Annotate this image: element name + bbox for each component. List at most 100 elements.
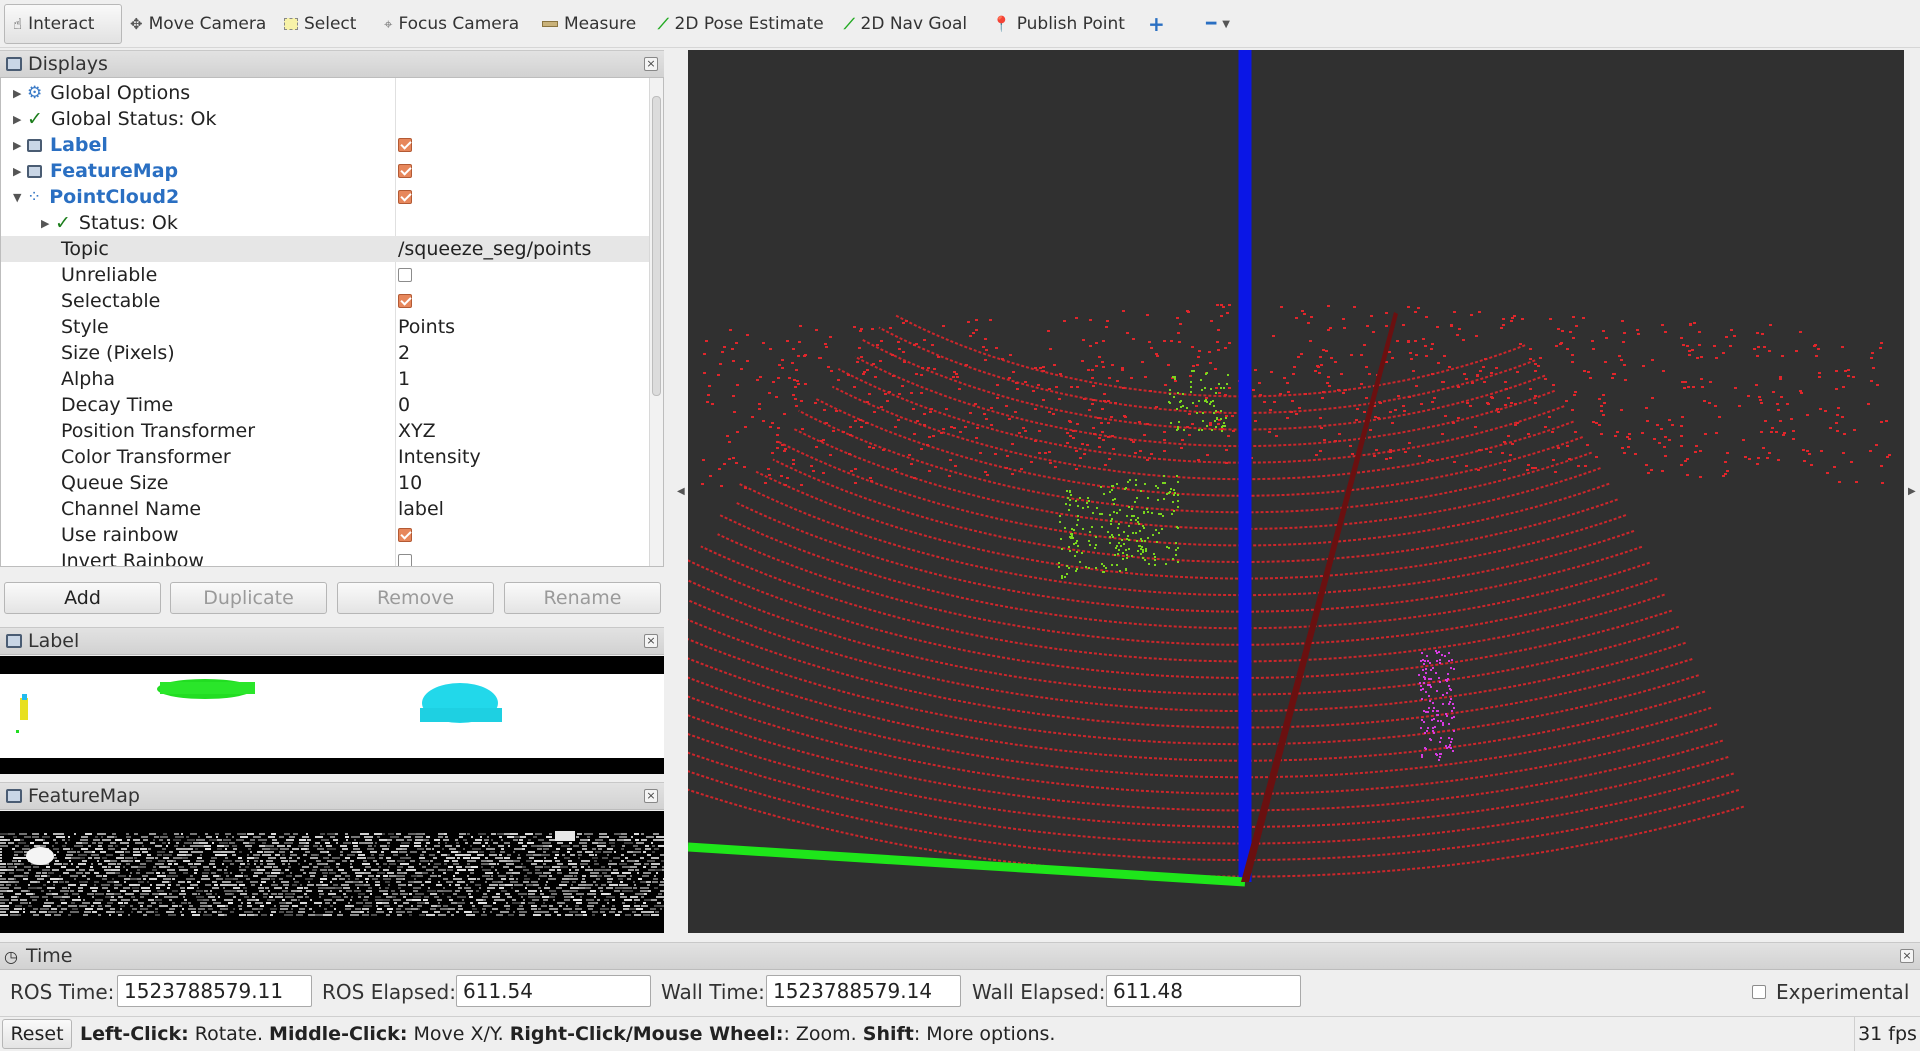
close-icon[interactable]: × — [644, 57, 658, 71]
nav-goal-tool-button[interactable]: ⟋ 2D Nav Goal — [836, 4, 975, 44]
collapse-right-arrow-icon[interactable]: ▶ — [1908, 486, 1916, 497]
enabled-checkbox[interactable] — [398, 138, 412, 152]
invert-rainbow-checkbox[interactable] — [398, 554, 412, 566]
time-title: Time — [25, 945, 73, 967]
tree-row-selectable[interactable]: Selectable — [1, 288, 649, 314]
experimental-toggle[interactable]: Experimental — [1752, 978, 1909, 1006]
property-label: Alpha — [61, 368, 116, 390]
tree-row-invert-rainbow[interactable]: Invert Rainbow — [1, 548, 649, 567]
time-panel-title: ◷ Time × — [0, 942, 1920, 970]
pose-estimate-tool-button[interactable]: ⟋ 2D Pose Estimate — [650, 4, 832, 44]
alpha-value[interactable]: 1 — [398, 366, 410, 392]
expand-arrow-icon[interactable]: ▶ — [13, 87, 27, 100]
tree-row-global-status[interactable]: ▶ ✓ Global Status: Ok — [1, 106, 649, 132]
image-display-icon — [27, 164, 42, 178]
selectable-checkbox[interactable] — [398, 294, 412, 308]
property-label: Style — [61, 316, 109, 338]
tree-row-pointcloud2-display[interactable]: ▼ ⁘ PointCloud2 — [1, 184, 649, 210]
fps-counter: 31 fps — [1854, 1017, 1920, 1051]
tree-row-queue-size[interactable]: Queue Size 10 — [1, 470, 649, 496]
tree-row-global-options[interactable]: ▶ ⚙ Global Options — [1, 80, 649, 106]
move-camera-tool-button[interactable]: ✥ Move Camera — [122, 4, 274, 44]
tree-row-unreliable[interactable]: Unreliable — [1, 262, 649, 288]
3d-render-view[interactable] — [688, 50, 1904, 933]
select-tool-button[interactable]: Select — [276, 4, 364, 44]
interact-tool-button[interactable]: ☝ Interact — [4, 4, 122, 44]
add-tool-plus-icon[interactable]: + — [1140, 4, 1173, 44]
style-value[interactable]: Points — [398, 314, 455, 340]
size-value[interactable]: 2 — [398, 340, 410, 366]
color-transformer-value[interactable]: Intensity — [398, 444, 481, 470]
publish-point-tool-button[interactable]: 📍 Publish Point — [984, 4, 1133, 44]
left-click-label: Left-Click: — [80, 1023, 189, 1045]
ros-elapsed-label: ROS Elapsed: — [322, 980, 456, 1004]
move-arrows-icon: ✥ — [130, 15, 143, 33]
wall-time-label: Wall Time: — [661, 980, 765, 1004]
green-arrow-icon: ⟋ — [658, 15, 669, 33]
unreliable-checkbox[interactable] — [398, 268, 412, 282]
close-icon[interactable]: × — [644, 634, 658, 648]
wall-elapsed-label: Wall Elapsed: — [972, 980, 1106, 1004]
wall-time-field[interactable]: 1523788579.14 — [766, 975, 961, 1007]
enabled-checkbox[interactable] — [398, 190, 412, 204]
duplicate-display-button[interactable]: Duplicate — [170, 582, 327, 614]
focus-camera-tool-button[interactable]: ⌖ Focus Camera — [376, 4, 527, 44]
label-image — [0, 674, 664, 758]
rename-display-button[interactable]: Rename — [504, 582, 661, 614]
remove-display-button[interactable]: Remove — [337, 582, 494, 614]
use-rainbow-checkbox[interactable] — [398, 528, 412, 542]
wall-elapsed-field[interactable]: 611.48 — [1106, 975, 1301, 1007]
position-transformer-value[interactable]: XYZ — [398, 418, 436, 444]
tree-row-style[interactable]: Style Points — [1, 314, 649, 340]
tree-label: Label — [50, 134, 108, 156]
property-label: Decay Time — [61, 394, 174, 416]
tree-row-channel-name[interactable]: Channel Name label — [1, 496, 649, 522]
main-toolbar: ☝ Interact ✥ Move Camera Select ⌖ Focus … — [0, 0, 1920, 48]
ros-time-field[interactable]: 1523788579.11 — [117, 975, 312, 1007]
hand-pointer-icon: ☝ — [13, 15, 23, 33]
scrollbar-thumb[interactable] — [652, 96, 661, 396]
tree-row-topic[interactable]: Topic /squeeze_seg/points — [1, 236, 649, 262]
property-label: Invert Rainbow — [61, 550, 204, 567]
tree-row-color-transformer[interactable]: Color Transformer Intensity — [1, 444, 649, 470]
queue-size-value[interactable]: 10 — [398, 470, 422, 496]
expand-arrow-icon[interactable]: ▶ — [13, 139, 27, 152]
tree-row-position-transformer[interactable]: Position Transformer XYZ — [1, 418, 649, 444]
property-label: Color Transformer — [61, 446, 231, 468]
ros-elapsed-field[interactable]: 611.54 — [456, 975, 651, 1007]
collapse-left-arrow-icon[interactable]: ◀ — [677, 486, 685, 497]
tree-row-status[interactable]: ▶ ✓ Status: Ok — [1, 210, 649, 236]
tree-label: PointCloud2 — [49, 186, 180, 208]
checkmark-icon: ✓ — [27, 108, 43, 130]
channel-name-value[interactable]: label — [398, 496, 444, 522]
tree-row-alpha[interactable]: Alpha 1 — [1, 366, 649, 392]
decay-time-value[interactable]: 0 — [398, 392, 410, 418]
green-arrow-icon: ⟋ — [844, 15, 855, 33]
tree-label: FeatureMap — [50, 160, 179, 182]
tree-row-decay-time[interactable]: Decay Time 0 — [1, 392, 649, 418]
measure-tool-button[interactable]: Measure — [534, 4, 644, 44]
right-click-label: Right-Click/Mouse Wheel: — [509, 1023, 784, 1045]
expand-arrow-icon[interactable]: ▶ — [41, 217, 55, 230]
tree-row-size[interactable]: Size (Pixels) 2 — [1, 340, 649, 366]
tree-row-use-rainbow[interactable]: Use rainbow — [1, 522, 649, 548]
expand-arrow-icon[interactable]: ▶ — [13, 113, 27, 126]
add-display-button[interactable]: Add — [4, 582, 161, 614]
image-display-icon — [6, 634, 22, 648]
middle-click-desc: Move X/Y. — [413, 1023, 504, 1045]
close-icon[interactable]: × — [644, 789, 658, 803]
enabled-checkbox[interactable] — [398, 164, 412, 178]
collapse-arrow-icon[interactable]: ▼ — [13, 191, 27, 204]
remove-tool-dropdown[interactable]: ━ ▼ — [1198, 4, 1238, 44]
expand-arrow-icon[interactable]: ▶ — [13, 165, 27, 178]
close-icon[interactable]: × — [1900, 949, 1914, 963]
experimental-checkbox[interactable] — [1752, 985, 1766, 999]
interact-label: Interact — [28, 14, 95, 34]
experimental-label: Experimental — [1776, 980, 1910, 1004]
tree-scrollbar[interactable] — [649, 78, 663, 566]
tree-row-featuremap-display[interactable]: ▶ FeatureMap — [1, 158, 649, 184]
label-panel-name: Label — [28, 630, 80, 652]
topic-value[interactable]: /squeeze_seg/points — [398, 236, 591, 262]
reset-view-button[interactable]: Reset — [2, 1019, 72, 1049]
tree-row-label-display[interactable]: ▶ Label — [1, 132, 649, 158]
